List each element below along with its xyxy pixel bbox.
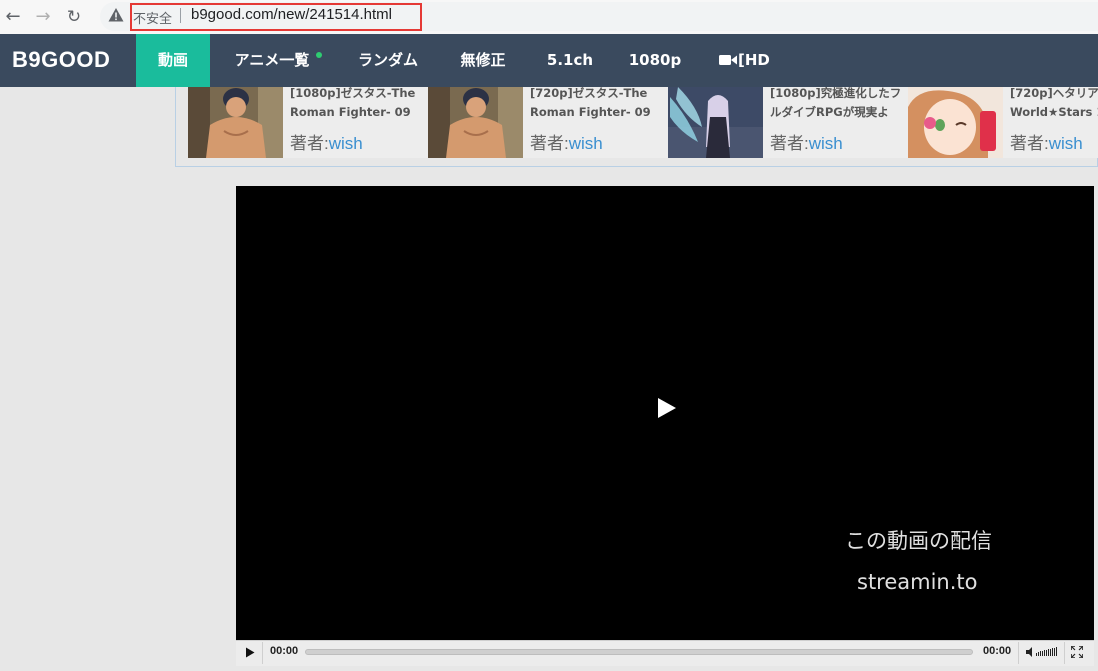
control-divider xyxy=(1064,642,1065,664)
nav-item-1080p[interactable]: 1080p xyxy=(625,34,685,87)
site-logo[interactable]: B9GOOD xyxy=(12,47,110,73)
progress-bar[interactable] xyxy=(305,649,973,655)
thumbnail-title-line[interactable]: [720p]ヘタリア xyxy=(1010,87,1098,103)
nav-item-uncensored[interactable]: 無修正 xyxy=(449,34,517,87)
thumbnail-image[interactable] xyxy=(188,87,283,158)
thumbnail-card[interactable]: [720p]ヘタリア World★Stars 11 著者:wish xyxy=(908,87,1098,158)
thumbnail-title-line[interactable]: [720p]ゼスタス-The xyxy=(530,87,668,103)
fullscreen-icon[interactable] xyxy=(1071,646,1083,658)
thumbnail-title-line[interactable]: [1080p]ゼスタス-The xyxy=(290,87,428,103)
url-highlight-box xyxy=(130,3,422,31)
forward-arrow-icon[interactable]: → xyxy=(33,7,53,27)
thumbnail-author: 著者:wish xyxy=(290,129,363,154)
play-button-icon[interactable] xyxy=(245,647,255,658)
thumbnail-image[interactable] xyxy=(908,87,1003,158)
thumbnail-title-line[interactable]: [1080p]究極進化したフ xyxy=(770,87,908,103)
thumbnail-card[interactable]: [1080p]究極進化したフ ルダイブRPGが現実よ 著者:wish xyxy=(668,87,908,158)
thumbnail-card[interactable]: [1080p]ゼスタス-The Roman Fighter- 09 著者:wis… xyxy=(188,87,428,158)
new-indicator-dot xyxy=(316,52,322,58)
thumbnail-author: 著者:wish xyxy=(530,129,603,154)
thumbnail-title[interactable]: [1080p]ゼスタス-The Roman Fighter- 09 xyxy=(290,87,428,122)
thumbnail-title[interactable]: [1080p]究極進化したフ ルダイブRPGが現実よ xyxy=(770,87,908,122)
thumbnail-title[interactable]: [720p]ゼスタス-The Roman Fighter- 09 xyxy=(530,87,668,122)
thumbnail-title-line[interactable]: Roman Fighter- 09 xyxy=(530,103,668,122)
back-arrow-icon[interactable]: ← xyxy=(3,7,23,27)
control-divider xyxy=(1018,642,1019,664)
control-divider xyxy=(262,642,263,664)
video-overlay-text: この動画の配信 xyxy=(845,529,992,553)
author-label: 著者: xyxy=(770,134,809,153)
video-camera-icon xyxy=(719,55,737,65)
thumbnail-image[interactable] xyxy=(668,87,763,158)
author-link[interactable]: wish xyxy=(809,134,843,153)
author-label: 著者: xyxy=(530,134,569,153)
author-label: 著者: xyxy=(290,134,329,153)
volume-icon[interactable] xyxy=(1026,646,1060,658)
thumbnail-image[interactable] xyxy=(428,87,523,158)
current-time: 00:00 xyxy=(270,645,299,657)
thumbnail-author: 著者:wish xyxy=(1010,129,1083,154)
author-link[interactable]: wish xyxy=(569,134,603,153)
nav-item-random[interactable]: ランダム xyxy=(346,34,430,87)
nav-item-hd-720p[interactable]: [HD 720p] xyxy=(738,34,818,122)
thumbnail-title-line[interactable]: World★Stars 11 xyxy=(1010,103,1098,122)
nav-item-anime-list[interactable]: アニメ一覧 xyxy=(222,34,322,87)
thumbnail-card[interactable]: [720p]ゼスタス-The Roman Fighter- 09 著者:wish xyxy=(428,87,668,158)
thumbnail-title-line[interactable]: ルダイブRPGが現実よ xyxy=(770,103,908,122)
duration: 00:00 xyxy=(983,645,1012,657)
nav-item-videos[interactable]: 動画 xyxy=(136,34,210,87)
play-icon[interactable] xyxy=(657,397,677,419)
warning-icon[interactable] xyxy=(108,7,124,23)
author-link[interactable]: wish xyxy=(1049,134,1083,153)
thumbnail-title[interactable]: [720p]ヘタリア World★Stars 11 xyxy=(1010,87,1098,122)
video-player[interactable] xyxy=(236,186,1094,666)
thumbnail-author: 著者:wish xyxy=(770,129,843,154)
reload-icon[interactable]: ↻ xyxy=(64,7,84,27)
author-link[interactable]: wish xyxy=(329,134,363,153)
author-label: 著者: xyxy=(1010,134,1049,153)
thumbnail-title-line[interactable]: Roman Fighter- 09 xyxy=(290,103,428,122)
nav-item-5-1ch[interactable]: 5.1ch xyxy=(540,34,600,87)
video-overlay-host: streamin.to xyxy=(857,570,978,594)
